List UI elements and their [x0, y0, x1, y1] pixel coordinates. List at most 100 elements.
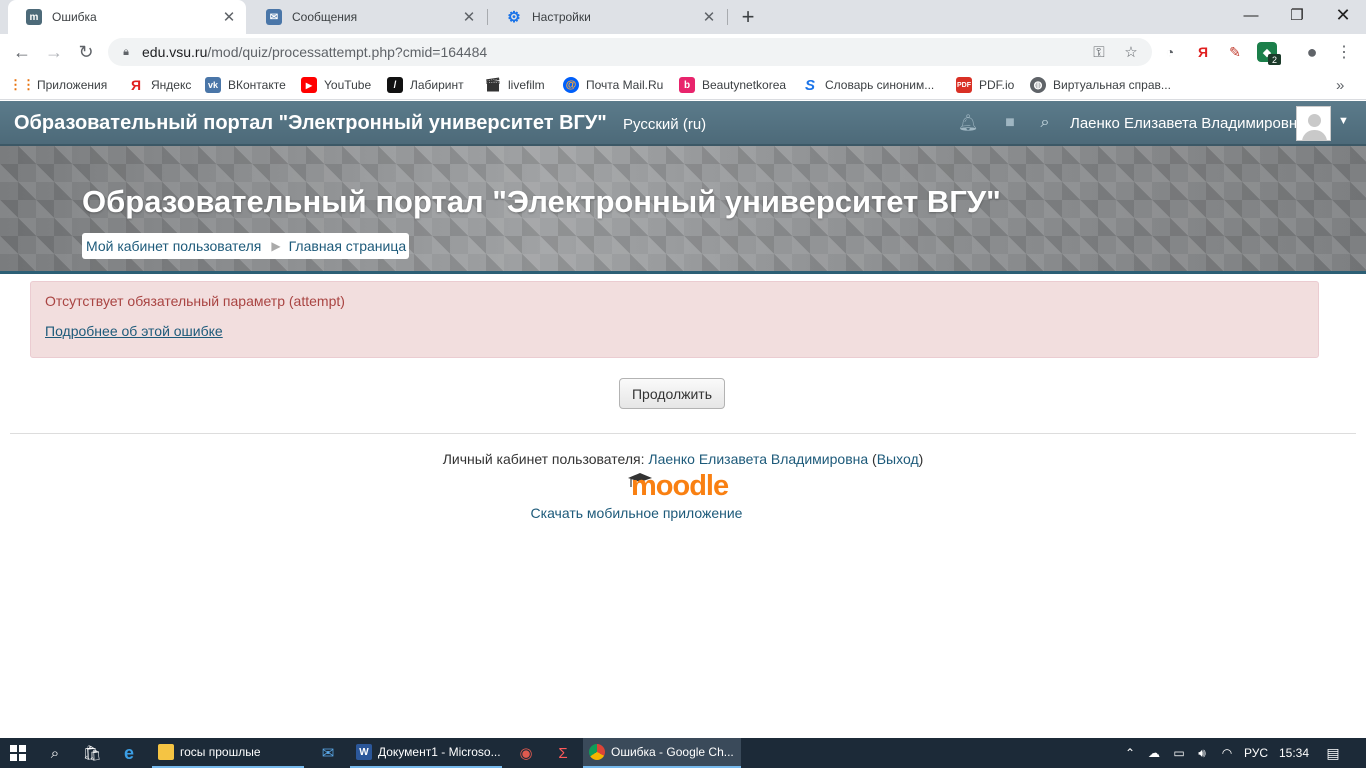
close-tab-icon[interactable]: ✕ [460, 8, 478, 26]
minimize-icon[interactable]: — [1228, 0, 1274, 30]
footer-divider [10, 433, 1356, 434]
taskbar-task-chrome[interactable]: Ошибка - Google Ch... [583, 738, 741, 768]
bookmark-vk[interactable]: vk ВКонтакте [205, 75, 286, 95]
error-details-link[interactable]: Подробнее об этой ошибке [45, 323, 223, 339]
tab-settings[interactable]: ⚙ Настройки ✕ [488, 0, 726, 34]
login-info: Личный кабинет пользователя: Лаенко Елиз… [0, 451, 1366, 467]
bookmark-dictionary[interactable]: S Словарь синоним... [802, 75, 934, 95]
mail-icon[interactable]: ✉ [310, 738, 346, 768]
close-tab-icon[interactable]: ✕ [220, 8, 238, 26]
lock-icon[interactable]: 🔒︎ [120, 45, 132, 59]
youtube-icon: ▶ [301, 77, 317, 93]
browser-tab-strip: m Ошибка ✕ ✉ Сообщения ✕ ⚙ Настройки ✕ +… [0, 0, 1366, 34]
forward-icon[interactable]: → [40, 38, 68, 66]
edge-icon[interactable]: e [111, 738, 147, 768]
address-bar[interactable]: 🔒︎ edu.vsu.ru/mod/quiz/processattempt.ph… [108, 38, 1152, 66]
bookmark-label: Яндекс [151, 78, 192, 92]
url-text[interactable]: edu.vsu.ru/mod/quiz/processattempt.php?c… [142, 44, 487, 60]
chevron-down-icon[interactable]: ▼ [1338, 115, 1349, 127]
sum-app-icon[interactable]: Σ [545, 738, 581, 768]
paren-close: ) [918, 451, 924, 467]
paren-open: ( [868, 451, 877, 467]
avatar-head [1308, 114, 1321, 127]
taskbar-task-folder[interactable]: госы прошлые [152, 738, 304, 768]
bookmark-labirint[interactable]: / Лабиринт [387, 75, 464, 95]
apps-grid-icon: ⋮⋮ [9, 77, 35, 92]
close-tab-icon[interactable]: ✕ [700, 8, 718, 26]
bookmark-youtube[interactable]: ▶ YouTube [301, 75, 371, 95]
star-icon[interactable]: ☆ [1122, 43, 1140, 61]
breadcrumb-home[interactable]: Главная страница [289, 238, 407, 254]
logout-link[interactable]: Выход [877, 451, 919, 467]
new-tab-icon[interactable]: + [736, 4, 760, 29]
tab-error[interactable]: m Ошибка ✕ [8, 0, 246, 34]
bookmark-label: Beautynetkorea [702, 78, 787, 92]
taskbar-task-word[interactable]: W Документ1 - Microso... [350, 738, 502, 768]
extension-icon[interactable]: ✎ [1225, 42, 1245, 62]
tab-messages[interactable]: ✉ Сообщения ✕ [248, 0, 486, 34]
site-brand[interactable]: Образовательный портал "Электронный унив… [14, 112, 607, 135]
bookmark-label: Словарь синоним... [825, 78, 935, 92]
bookmark-label: Лабиринт [410, 78, 464, 92]
labirint-icon: / [387, 77, 403, 93]
restore-icon[interactable]: ❐ [1274, 0, 1320, 30]
mailru-icon: @ [563, 77, 579, 93]
continue-button[interactable]: Продолжить [619, 378, 725, 409]
windows-taskbar: ⌕ 🛍︎ e госы прошлые ✉ W Документ1 - Micr… [0, 738, 1366, 768]
bookmark-livefilm[interactable]: 🎬︎ livefilm [485, 75, 545, 95]
translate-extension-icon[interactable]: ◔ [1160, 42, 1180, 62]
wifi-icon[interactable]: ◠ [1216, 738, 1238, 768]
tab-title: Настройки [532, 10, 591, 24]
back-icon[interactable]: ← [8, 38, 36, 66]
breadcrumb: Мой кабинет пользователя ▶ Главная стран… [82, 233, 410, 259]
bookmark-apps[interactable]: ⋮⋮ Приложения [9, 75, 107, 95]
bookmark-label: Виртуальная справ... [1053, 78, 1171, 92]
menu-kebab-icon[interactable]: ⋮ [1334, 42, 1354, 62]
messages-icon[interactable]: ■ [1000, 113, 1020, 133]
windows-start-icon[interactable] [0, 738, 36, 768]
yandex-extension-icon[interactable]: Я [1193, 42, 1213, 62]
chevron-up-icon[interactable]: ⌃ [1120, 738, 1140, 768]
user-profile-link[interactable]: Лаенко Елизавета Владимировна [648, 451, 868, 467]
bookmark-label: livefilm [508, 78, 545, 92]
yandex-icon: Я [130, 77, 142, 93]
close-window-icon[interactable]: ✕ [1320, 0, 1366, 30]
page-header-banner: Образовательный портал "Электронный унив… [0, 146, 1366, 274]
url-path: /mod/quiz/processattempt.php?cmid=164484 [207, 44, 488, 60]
more-bookmarks-icon[interactable]: » [1336, 75, 1344, 95]
bookmark-pdfio[interactable]: PDF PDF.io [956, 75, 1014, 95]
key-icon[interactable]: ⚿ [1090, 43, 1108, 61]
profile-icon[interactable]: ● [1302, 42, 1322, 62]
bookmark-mailru[interactable]: @ Почта Mail.Ru [563, 75, 663, 95]
onedrive-cloud-icon[interactable]: ☁ [1144, 738, 1164, 768]
language-menu[interactable]: Русский (ru) [623, 116, 706, 133]
input-language[interactable]: РУС [1242, 738, 1270, 768]
search-icon[interactable]: ⌕ [1035, 113, 1055, 133]
reload-icon[interactable]: ↻ [72, 38, 100, 66]
breadcrumb-dashboard[interactable]: Мой кабинет пользователя [86, 238, 261, 254]
browser-toolbar: ← → ↻ 🔒︎ edu.vsu.ru/mod/quiz/processatte… [0, 34, 1366, 70]
bookmark-beautynetkorea[interactable]: b Beautynetkorea [679, 75, 786, 95]
avatar[interactable] [1296, 106, 1331, 141]
chrome-icon [589, 744, 605, 760]
bookmark-label: Почта Mail.Ru [586, 78, 664, 92]
notifications-bell-icon[interactable]: 🔔︎ [958, 113, 978, 133]
mobile-app-link[interactable]: Скачать мобильное приложение [0, 505, 1273, 521]
beautynet-icon: b [679, 77, 695, 93]
bookmark-virtual[interactable]: ◍ Виртуальная справ... [1030, 75, 1171, 95]
error-alert: Отсутствует обязательный параметр (attem… [30, 281, 1319, 358]
bookmark-label: PDF.io [979, 78, 1015, 92]
action-center-icon[interactable]: ▤ [1322, 738, 1344, 768]
battery-icon[interactable]: ▭ [1168, 738, 1190, 768]
app-icon[interactable]: ◉ [508, 738, 544, 768]
moodle-logo[interactable]: moodle [626, 470, 742, 500]
user-menu-name[interactable]: Лаенко Елизавета Владимировна [1070, 115, 1305, 132]
bookmark-yandex[interactable]: Я Яндекс [128, 75, 191, 95]
film-icon: 🎬︎ [484, 77, 502, 92]
tab-title: Сообщения [292, 10, 358, 24]
search-icon[interactable]: ⌕ [37, 738, 73, 768]
store-icon[interactable]: 🛍︎ [74, 738, 110, 768]
clock[interactable]: 15:34 [1274, 738, 1314, 768]
vk-icon: vk [205, 77, 221, 93]
volume-icon[interactable]: 🔊︎ [1192, 738, 1212, 768]
